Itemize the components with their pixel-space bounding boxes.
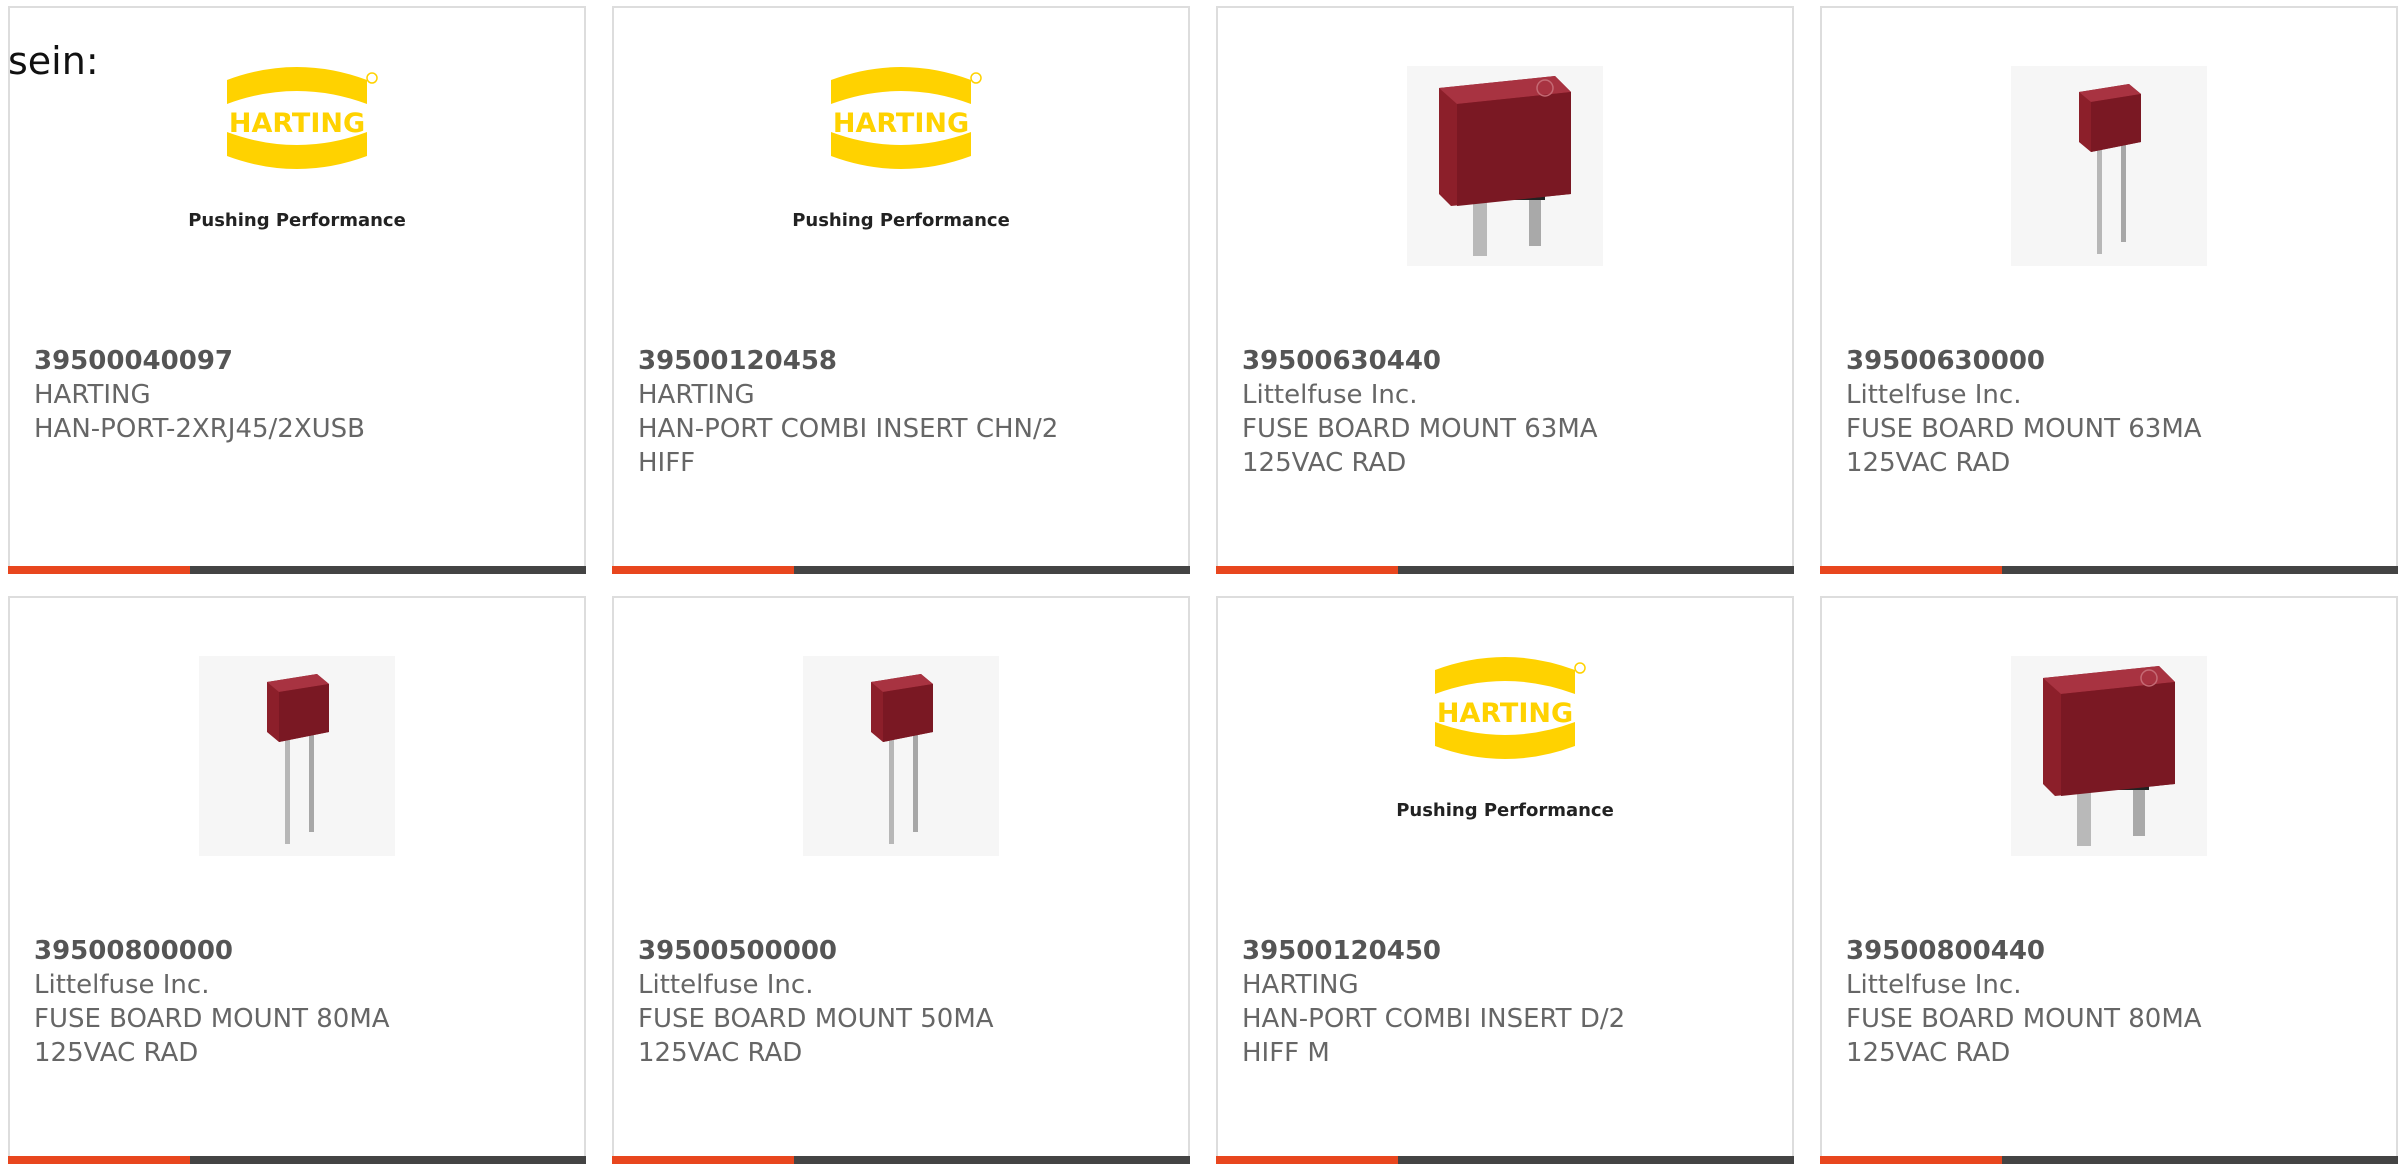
svg-text:Pushing Performance: Pushing Performance [1396,800,1614,821]
product-image[interactable] [614,656,1188,886]
product-manufacturer: HARTING [638,380,755,410]
product-image[interactable] [1822,656,2396,886]
product-card[interactable]: HARTING Pushing Performance 39500120450 … [1216,596,1794,1164]
card-accent-bar [1820,566,2002,574]
product-manufacturer: Littelfuse Inc. [1846,970,2022,1000]
product-image[interactable] [1218,66,1792,296]
fuse-large-icon [1407,66,1603,266]
product-manufacturer: HARTING [34,380,151,410]
fuse-small-icon [199,656,395,856]
product-card[interactable]: 39500800000 Littelfuse Inc. FUSE BOARD M… [8,596,586,1164]
harting-logo-icon: HARTING Pushing Performance [792,67,1010,231]
harting-logo-icon: HARTING Pushing Performance [188,67,406,231]
fuse-small-icon [803,656,999,856]
card-accent-bar [1216,566,1398,574]
product-info: 39500040097 HARTING HAN-PORT-2XRJ45/2XUS… [34,344,564,446]
product-description: FUSE BOARD MOUNT 63MA 125VAC RAD [1242,414,1598,478]
product-info: 39500120450 HARTING HAN-PORT COMBI INSER… [1242,934,1772,1070]
card-accent-bar [8,1156,190,1164]
product-card[interactable]: 39500630000 Littelfuse Inc. FUSE BOARD M… [1820,6,2398,574]
product-manufacturer: HARTING [1242,970,1359,1000]
card-bottom-bar [8,1156,586,1164]
product-manufacturer: Littelfuse Inc. [1242,380,1418,410]
card-accent-bar [1820,1156,2002,1164]
product-card[interactable]: HARTING Pushing Performance 39500120458 … [612,6,1190,574]
product-part-number[interactable]: 39500800440 [1846,934,2376,968]
product-manufacturer: Littelfuse Inc. [34,970,210,1000]
product-card[interactable]: 39500500000 Littelfuse Inc. FUSE BOARD M… [612,596,1190,1164]
product-description: FUSE BOARD MOUNT 80MA 125VAC RAD [34,1004,390,1068]
product-image[interactable]: HARTING Pushing Performance [614,66,1188,296]
card-bottom-bar [1216,1156,1794,1164]
intro-text: sein: [8,39,99,83]
product-description: FUSE BOARD MOUNT 80MA 125VAC RAD [1846,1004,2202,1068]
card-bottom-bar [1216,566,1794,574]
card-accent-bar [612,1156,794,1164]
svg-text:HARTING: HARTING [1437,698,1573,729]
product-description: HAN-PORT COMBI INSERT D/2 HIFF M [1242,1004,1626,1068]
card-bottom-bar [612,566,1190,574]
product-part-number[interactable]: 39500630440 [1242,344,1772,378]
product-part-number[interactable]: 39500120450 [1242,934,1772,968]
product-info: 39500630000 Littelfuse Inc. FUSE BOARD M… [1846,344,2376,480]
product-info: 39500800440 Littelfuse Inc. FUSE BOARD M… [1846,934,2376,1070]
product-image[interactable]: HARTING Pushing Performance [10,66,584,296]
card-bottom-bar [1820,566,2398,574]
product-info: 39500500000 Littelfuse Inc. FUSE BOARD M… [638,934,1168,1070]
card-accent-bar [612,566,794,574]
harting-logo-icon: HARTING Pushing Performance [1396,657,1614,821]
svg-text:Pushing Performance: Pushing Performance [188,210,406,231]
product-image[interactable] [10,656,584,886]
product-info: 39500800000 Littelfuse Inc. FUSE BOARD M… [34,934,564,1070]
product-manufacturer: Littelfuse Inc. [638,970,814,1000]
product-description: HAN-PORT-2XRJ45/2XUSB [34,414,366,444]
product-image[interactable]: HARTING Pushing Performance [1218,656,1792,886]
product-description: FUSE BOARD MOUNT 63MA 125VAC RAD [1846,414,2202,478]
card-bottom-bar [612,1156,1190,1164]
svg-text:HARTING: HARTING [229,108,365,139]
product-card[interactable]: 39500800440 Littelfuse Inc. FUSE BOARD M… [1820,596,2398,1164]
card-bottom-bar [8,566,586,574]
product-card[interactable]: 39500630440 Littelfuse Inc. FUSE BOARD M… [1216,6,1794,574]
card-accent-bar [8,566,190,574]
product-info: 39500120458 HARTING HAN-PORT COMBI INSER… [638,344,1168,480]
product-image[interactable] [1822,66,2396,296]
product-part-number[interactable]: 39500040097 [34,344,564,378]
product-description: HAN-PORT COMBI INSERT CHN/2 HIFF [638,414,1059,478]
fuse-large-icon [2011,656,2207,856]
svg-text:HARTING: HARTING [833,108,969,139]
product-part-number[interactable]: 39500630000 [1846,344,2376,378]
card-accent-bar [1216,1156,1398,1164]
product-manufacturer: Littelfuse Inc. [1846,380,2022,410]
svg-text:Pushing Performance: Pushing Performance [792,210,1010,231]
product-info: 39500630440 Littelfuse Inc. FUSE BOARD M… [1242,344,1772,480]
product-part-number[interactable]: 39500800000 [34,934,564,968]
product-part-number[interactable]: 39500500000 [638,934,1168,968]
fuse-small-icon [2011,66,2207,266]
product-description: FUSE BOARD MOUNT 50MA 125VAC RAD [638,1004,994,1068]
product-card[interactable]: HARTING Pushing Performance 39500040097 … [8,6,586,574]
card-bottom-bar [1820,1156,2398,1164]
product-part-number[interactable]: 39500120458 [638,344,1168,378]
